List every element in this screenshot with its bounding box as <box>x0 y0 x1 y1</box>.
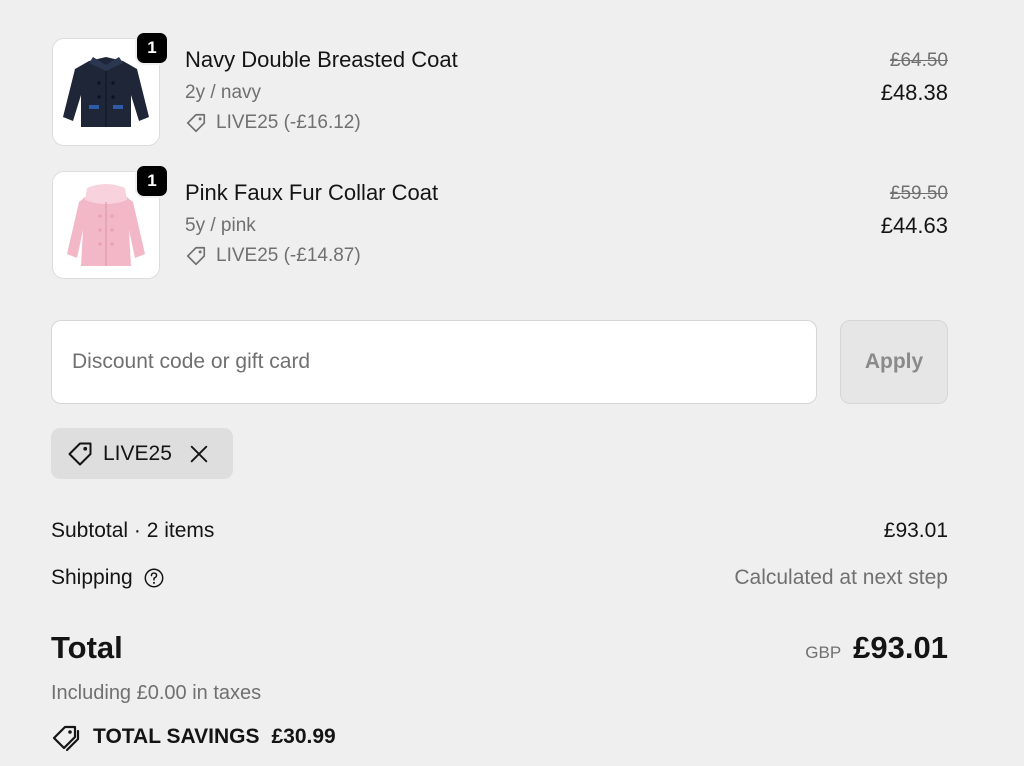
product-variant: 2y / navy <box>185 82 262 103</box>
item-discount: LIVE25 (-£14.87) <box>185 245 361 267</box>
total-label: Total <box>51 630 123 665</box>
currency-code: GBP <box>805 643 842 662</box>
savings-value: £30.99 <box>271 725 336 748</box>
quantity-badge: 1 <box>135 31 169 65</box>
subtotal-label: Subtotal · 2 items <box>51 519 215 542</box>
original-price: £59.50 <box>889 183 948 204</box>
original-price: £64.50 <box>889 50 948 71</box>
item-discount-text: LIVE25 (-£14.87) <box>216 245 361 266</box>
shipping-value: Calculated at next step <box>734 566 948 589</box>
applied-discount-chip: LIVE25 <box>51 428 233 479</box>
taxes-note: Including £0.00 in taxes <box>51 682 262 704</box>
product-thumbnail: 1 <box>52 164 169 279</box>
item-price: £44.63 <box>880 213 948 238</box>
total-amount: GBP £93.01 <box>805 630 948 666</box>
quantity-badge: 1 <box>135 164 169 198</box>
remove-discount-icon[interactable] <box>188 443 210 465</box>
product-name: Pink Faux Fur Collar Coat <box>185 180 439 205</box>
product-thumbnail: 1 <box>52 31 169 146</box>
savings-label: TOTAL SAVINGS <box>93 725 260 748</box>
savings-tags-icon <box>52 725 80 752</box>
product-variant: 5y / pink <box>185 215 256 236</box>
cart-line-item: 1 Navy Double Breasted Coat 2y / navy LI… <box>52 31 948 148</box>
item-discount-text: LIVE25 (-£16.12) <box>216 112 361 133</box>
tag-icon <box>68 442 92 465</box>
product-name: Navy Double Breasted Coat <box>185 47 458 72</box>
shipping-row: Shipping <box>51 566 165 590</box>
cart-line-item: 1 Pink Faux Fur Collar Coat 5y / pink LI… <box>52 164 948 281</box>
item-price: £48.38 <box>880 80 948 105</box>
help-icon[interactable] <box>143 567 165 589</box>
total-savings: TOTAL SAVINGS £30.99 <box>51 722 336 752</box>
applied-discount-code: LIVE25 <box>103 441 172 465</box>
apply-button[interactable]: Apply <box>840 320 948 404</box>
item-discount: LIVE25 (-£16.12) <box>185 112 361 134</box>
shipping-label: Shipping <box>51 566 133 589</box>
tag-icon <box>186 113 206 133</box>
tag-icon <box>186 246 206 266</box>
discount-code-input[interactable] <box>51 320 817 404</box>
total-value: £93.01 <box>853 630 948 665</box>
subtotal-value: £93.01 <box>883 519 948 542</box>
